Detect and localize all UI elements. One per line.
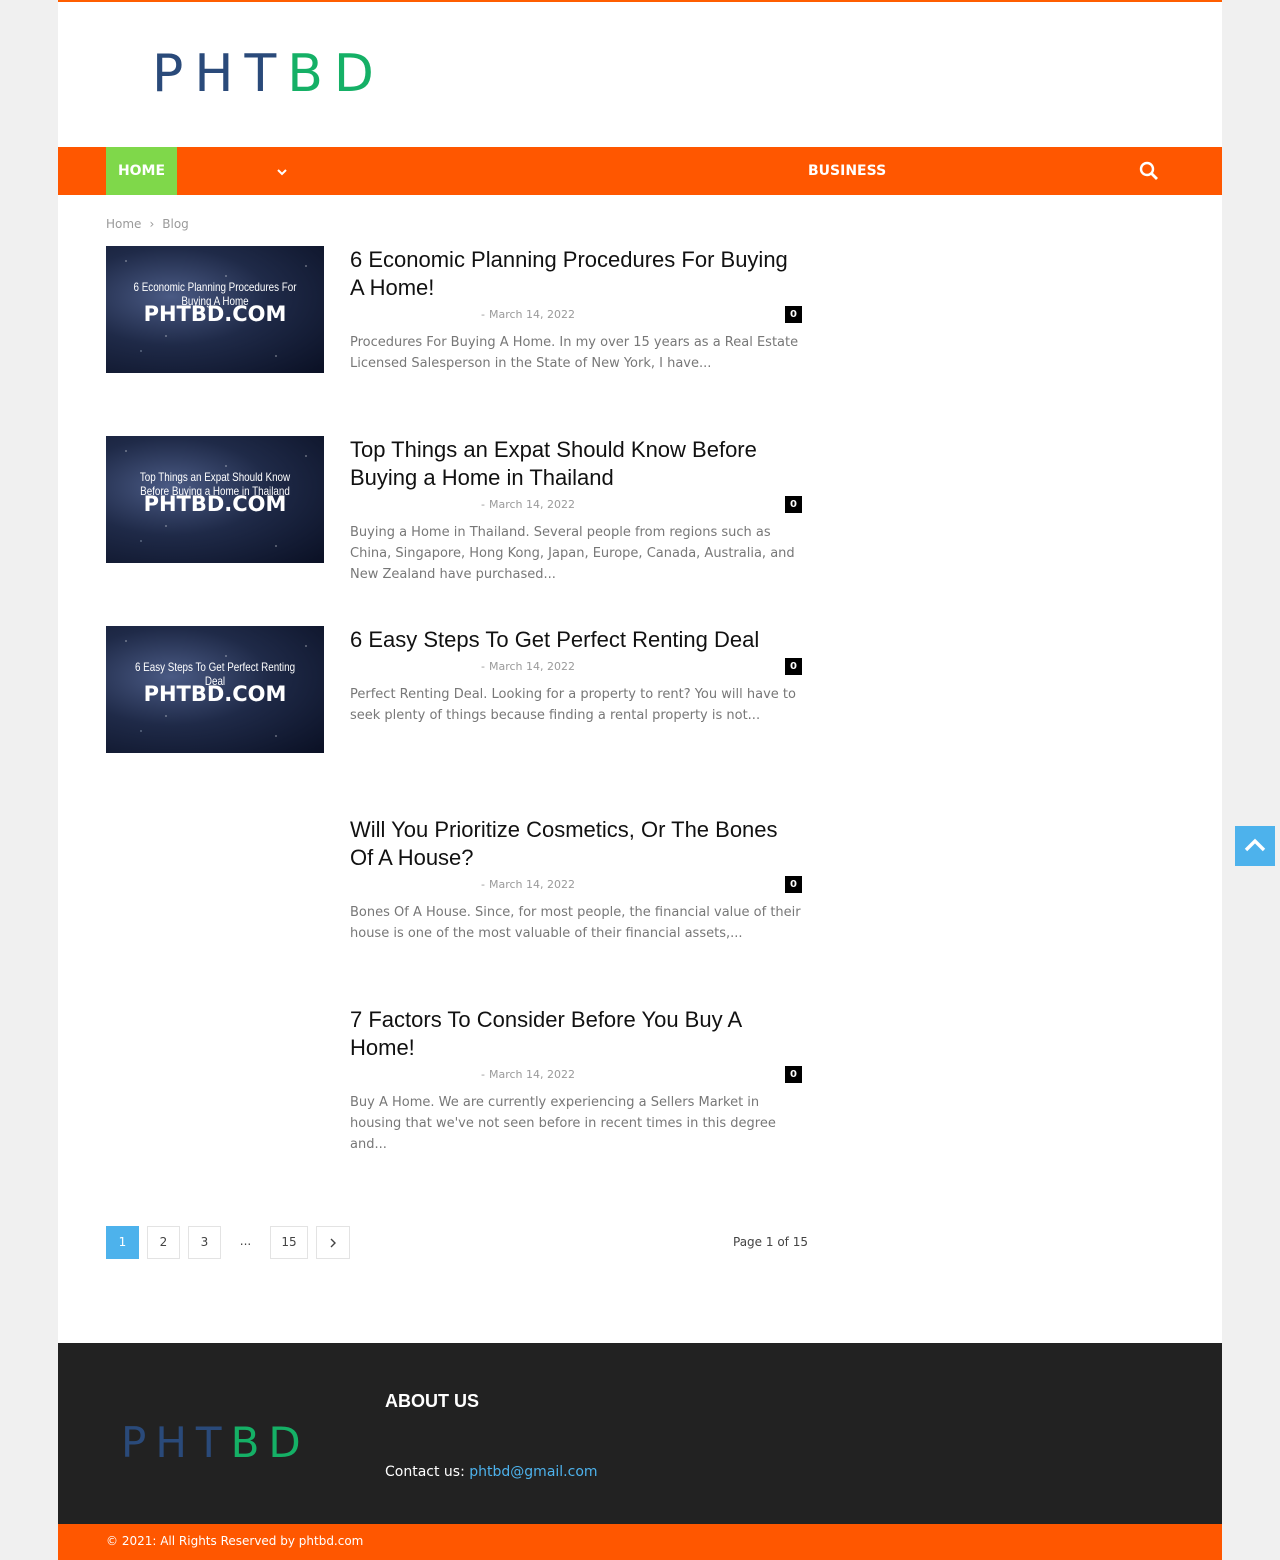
search-button[interactable] bbox=[1138, 160, 1160, 182]
contact-line: Contact us: phtbd@gmail.com bbox=[385, 1464, 598, 1480]
breadcrumb-home[interactable]: Home bbox=[106, 217, 141, 231]
post-excerpt: Perfect Renting Deal. Looking for a prop… bbox=[350, 687, 796, 723]
post-title[interactable]: Will You Prioritize Cosmetics, Or The Bo… bbox=[350, 816, 802, 872]
post-excerpt: Bones Of A House. Since, for most people… bbox=[350, 905, 801, 941]
nav-item-home[interactable]: HOME bbox=[106, 147, 177, 195]
post-title[interactable]: Top Things an Expat Should Know Before B… bbox=[350, 436, 802, 492]
page-link-2[interactable]: 2 bbox=[147, 1226, 180, 1259]
site-logo[interactable]: PHTBD bbox=[152, 46, 385, 102]
post-title[interactable]: 7 Factors To Consider Before You Buy A H… bbox=[350, 1006, 802, 1062]
post-excerpt: Buy A Home. We are currently experiencin… bbox=[350, 1095, 776, 1152]
page-ellipsis: ... bbox=[239, 1234, 252, 1248]
thumbnail-site-name: PHTBD.COM bbox=[143, 302, 287, 326]
footer-logo-part2: BD bbox=[230, 1418, 310, 1467]
post-thumbnail[interactable]: 6 Economic Planning Procedures For Buyin… bbox=[106, 246, 324, 373]
breadcrumb: Home › Blog bbox=[106, 217, 189, 231]
next-page-button[interactable] bbox=[316, 1226, 350, 1259]
chevron-down-icon bbox=[277, 168, 287, 175]
thumbnail-site-name: PHTBD.COM bbox=[143, 492, 287, 516]
post-thumbnail[interactable]: Top Things an Expat Should Know Before B… bbox=[106, 436, 324, 563]
logo-text-part2: BD bbox=[287, 44, 385, 104]
top-accent-line bbox=[58, 0, 1222, 2]
post-date: March 14, 2022 bbox=[489, 878, 576, 891]
meta-dash: - bbox=[481, 878, 485, 891]
comment-count[interactable]: 0 bbox=[785, 1066, 802, 1083]
page-link-1[interactable]: 1 bbox=[106, 1226, 139, 1259]
about-us-heading: ABOUT US bbox=[385, 1391, 479, 1411]
meta-dash: - bbox=[481, 1068, 485, 1081]
thumbnail-site-name: PHTBD.COM bbox=[143, 682, 287, 706]
comment-count[interactable]: 0 bbox=[785, 306, 802, 323]
page-link-15[interactable]: 15 bbox=[270, 1226, 308, 1259]
nav-dropdown-toggle[interactable] bbox=[276, 147, 288, 195]
contact-label: Contact us: bbox=[385, 1464, 470, 1480]
footer-logo[interactable]: PHTBD bbox=[121, 1421, 310, 1465]
comment-count[interactable]: 0 bbox=[785, 876, 802, 893]
post-date: March 14, 2022 bbox=[489, 1068, 576, 1081]
comment-count[interactable]: 0 bbox=[785, 658, 802, 675]
page-container bbox=[58, 0, 1222, 1560]
post-meta: - March 14, 2022 0 bbox=[350, 306, 802, 324]
post-date: March 14, 2022 bbox=[489, 308, 576, 321]
post-thumbnail[interactable]: 6 Easy Steps To Get Perfect Renting Deal… bbox=[106, 626, 324, 753]
footer-logo-part1: PHT bbox=[121, 1418, 231, 1467]
post-date: March 14, 2022 bbox=[489, 498, 576, 511]
post-meta: - March 14, 2022 0 bbox=[350, 496, 802, 514]
site-footer: PHTBD ABOUT US Contact us: phtbd@gmail.c… bbox=[58, 1343, 1222, 1524]
logo-text-part1: PHT bbox=[152, 44, 288, 104]
comment-count[interactable]: 0 bbox=[785, 496, 802, 513]
contact-email-link[interactable]: phtbd@gmail.com bbox=[469, 1464, 597, 1480]
post-meta: - March 14, 2022 0 bbox=[350, 876, 802, 894]
nav-item-business[interactable]: BUSINESS bbox=[808, 147, 886, 195]
post-title[interactable]: 6 Economic Planning Procedures For Buyin… bbox=[350, 246, 802, 302]
post-excerpt: Procedures For Buying A Home. In my over… bbox=[350, 335, 799, 371]
chevron-right-icon bbox=[330, 1238, 336, 1247]
post-excerpt: Buying a Home in Thailand. Several peopl… bbox=[350, 525, 795, 582]
meta-dash: - bbox=[481, 308, 485, 321]
meta-dash: - bbox=[481, 660, 485, 673]
post-date: March 14, 2022 bbox=[489, 660, 576, 673]
sub-footer: © 2021: All Rights Reserved by phtbd.com bbox=[58, 1524, 1222, 1560]
meta-dash: - bbox=[481, 498, 485, 511]
back-to-top-button[interactable] bbox=[1235, 826, 1275, 866]
main-navbar: HOME BUSINESS bbox=[58, 147, 1222, 195]
breadcrumb-separator: › bbox=[149, 217, 155, 231]
post-title[interactable]: 6 Easy Steps To Get Perfect Renting Deal bbox=[350, 626, 802, 654]
copyright-text: © 2021: All Rights Reserved by phtbd.com bbox=[106, 1534, 364, 1548]
chevron-up-icon bbox=[1244, 838, 1266, 852]
post-meta: - March 14, 2022 0 bbox=[350, 658, 802, 676]
page-summary: Page 1 of 15 bbox=[733, 1235, 808, 1249]
page-link-3[interactable]: 3 bbox=[188, 1226, 221, 1259]
post-meta: - March 14, 2022 0 bbox=[350, 1066, 802, 1084]
search-icon bbox=[1139, 161, 1158, 180]
breadcrumb-current[interactable]: Blog bbox=[162, 217, 189, 231]
